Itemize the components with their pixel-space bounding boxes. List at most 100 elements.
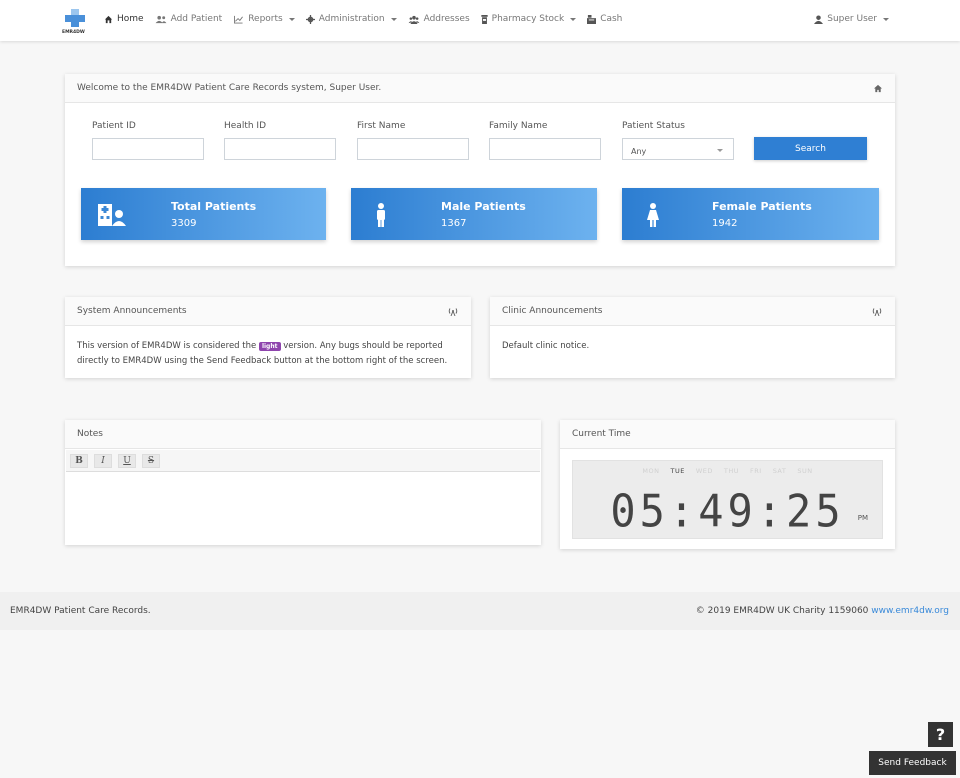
notes-editor[interactable] — [66, 473, 540, 544]
help-button[interactable]: ? — [928, 722, 953, 747]
user-menu[interactable]: Super User — [814, 14, 889, 24]
nav-add-patient-label: Add Patient — [170, 14, 223, 24]
digital-clock: MON TUE WED THU FRI SAT SUN 05:49:25 PM — [572, 460, 883, 539]
patient-id-label: Patient ID — [92, 121, 136, 131]
main-nav: Home Add Patient Reports Administration … — [104, 14, 622, 24]
announcement-text-1: This version of EMR4DW is considered the — [77, 341, 257, 351]
nav-reports-label: Reports — [248, 14, 283, 24]
nav-cash-label: Cash — [600, 14, 623, 24]
day-tue: TUE — [670, 467, 685, 475]
system-announcements-card: System Announcements This version of EMR… — [65, 297, 471, 378]
user-name: Super User — [827, 14, 877, 24]
clinic-announcements-header: Clinic Announcements — [490, 297, 895, 326]
stat-female-patients[interactable]: Female Patients 1942 — [622, 188, 879, 240]
clock-days: MON TUE WED THU FRI SAT SUN — [573, 467, 882, 475]
hospital-user-icon — [98, 204, 126, 226]
day-sat: SAT — [772, 467, 787, 475]
patient-id-input[interactable] — [92, 138, 204, 160]
nav-administration-label: Administration — [318, 14, 385, 24]
system-announcements-title: System Announcements — [77, 306, 187, 316]
footer: EMR4DW Patient Care Records. © 2019 EMR4… — [0, 592, 960, 630]
notes-title: Notes — [77, 429, 103, 439]
search-button-label: Search — [795, 143, 826, 154]
family-name-input[interactable] — [489, 138, 601, 160]
day-sun: SUN — [797, 467, 813, 475]
stat-male-value: 1367 — [441, 218, 467, 229]
chevron-down-icon — [390, 17, 397, 21]
day-wed: WED — [695, 467, 713, 475]
navbar: EMR4DW Home Add Patient Reports Administ… — [0, 0, 960, 41]
clinic-announcements-title: Clinic Announcements — [502, 306, 603, 316]
users-icon — [155, 15, 166, 23]
stat-total-patients[interactable]: Total Patients 3309 — [81, 188, 326, 240]
patient-status-value: Any — [631, 147, 647, 156]
chevron-down-icon — [883, 17, 889, 21]
health-id-input[interactable] — [224, 138, 336, 160]
notes-toolbar: B I U S — [66, 450, 540, 472]
day-mon: MON — [642, 467, 660, 475]
send-feedback-button[interactable]: Send Feedback — [869, 751, 956, 775]
clock-time: 05:49:25 — [610, 485, 845, 538]
italic-button[interactable]: I — [94, 454, 112, 468]
broadcast-icon — [448, 307, 458, 316]
footer-website-link[interactable]: www.emr4dw.org — [871, 606, 949, 616]
stat-total-value: 3309 — [171, 218, 197, 229]
patient-status-label: Patient Status — [622, 121, 685, 131]
day-fri: FRI — [750, 467, 762, 475]
clinic-announcements-card: Clinic Announcements Default clinic noti… — [490, 297, 895, 378]
first-name-input[interactable] — [357, 138, 469, 160]
system-announcements-header: System Announcements — [65, 297, 471, 326]
current-time-title: Current Time — [572, 429, 631, 439]
first-name-label: First Name — [357, 121, 406, 131]
nav-addresses[interactable]: Addresses — [408, 14, 470, 24]
footer-app-name: EMR4DW Patient Care Records. — [10, 606, 151, 616]
user-icon — [814, 14, 824, 24]
male-icon — [377, 203, 385, 227]
welcome-text: Welcome to the EMR4DW Patient Care Recor… — [77, 83, 382, 93]
clinic-notice-text: Default clinic notice. — [502, 341, 590, 351]
emr4dw-logo[interactable]: EMR4DW — [62, 7, 90, 35]
nav-administration[interactable]: Administration — [305, 14, 397, 24]
people-group-icon — [408, 15, 419, 24]
chevron-down-icon — [288, 17, 295, 21]
nav-home-label: Home — [117, 14, 144, 24]
nav-reports[interactable]: Reports — [233, 14, 295, 24]
stat-total-title: Total Patients — [171, 200, 257, 213]
family-name-label: Family Name — [489, 121, 548, 131]
nav-cash[interactable]: Cash — [587, 14, 622, 24]
female-icon — [647, 203, 659, 227]
cash-register-icon — [587, 14, 597, 24]
chevron-down-icon — [717, 149, 723, 152]
stat-female-value: 1942 — [712, 218, 738, 229]
pill-bottle-icon — [481, 14, 488, 24]
version-badge: light — [258, 342, 281, 351]
stat-male-title: Male Patients — [441, 200, 526, 213]
stat-male-patients[interactable]: Male Patients 1367 — [351, 188, 597, 240]
nav-home[interactable]: Home — [104, 14, 144, 24]
nav-pharmacy-stock-label: Pharmacy Stock — [491, 14, 565, 24]
footer-charity-text: © 2019 EMR4DW UK Charity 1159060 — [695, 606, 869, 616]
chart-icon — [234, 15, 244, 24]
current-time-card: Current Time MON TUE WED THU FRI SAT SUN… — [560, 420, 895, 549]
patient-status-select[interactable]: Any — [622, 138, 734, 160]
day-thu: THU — [723, 467, 739, 475]
footer-copyright: © 2019 EMR4DW UK Charity 1159060 www.emr… — [696, 606, 949, 616]
broadcast-icon — [872, 307, 882, 316]
svg-text:EMR4DW: EMR4DW — [62, 29, 85, 35]
health-id-label: Health ID — [224, 121, 266, 131]
current-time-header: Current Time — [560, 420, 895, 449]
strikethrough-button[interactable]: S — [142, 454, 160, 468]
nav-pharmacy-stock[interactable]: Pharmacy Stock — [481, 14, 577, 24]
search-button[interactable]: Search — [754, 137, 867, 160]
notes-header: Notes — [65, 420, 541, 449]
nav-addresses-label: Addresses — [423, 14, 470, 24]
home-icon — [104, 15, 113, 23]
welcome-card-header: Welcome to the EMR4DW Patient Care Recor… — [65, 74, 895, 103]
underline-button[interactable]: U — [118, 454, 136, 468]
nav-add-patient[interactable]: Add Patient — [155, 14, 223, 24]
clock-ampm: PM — [857, 514, 868, 522]
home-icon — [873, 84, 883, 92]
stat-female-title: Female Patients — [712, 200, 812, 213]
notes-card: Notes B I U S — [65, 420, 541, 545]
bold-button[interactable]: B — [70, 454, 88, 468]
